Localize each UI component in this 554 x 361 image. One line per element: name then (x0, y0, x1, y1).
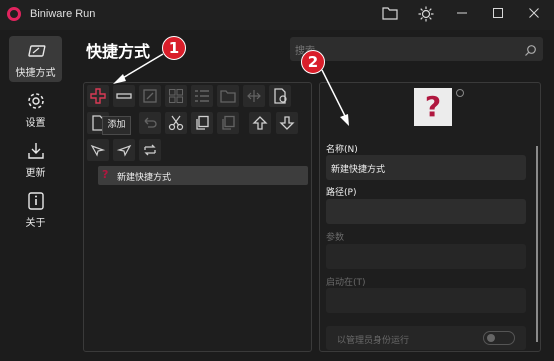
app-title: Biniware Run (30, 8, 96, 20)
undo-icon (144, 117, 157, 128)
gear-icon (26, 91, 46, 111)
move-right-button[interactable] (113, 139, 135, 161)
arrow-down-icon (279, 116, 295, 130)
sidebar-item-shortcuts[interactable]: 快捷方式 (9, 36, 62, 82)
search-input[interactable]: 搜索 (290, 37, 543, 61)
step-badge-2: 2 (301, 50, 325, 74)
cut-icon (168, 115, 184, 131)
args-label: 参数 (326, 233, 345, 243)
minimize-icon[interactable] (453, 6, 471, 24)
edit-button[interactable] (139, 85, 161, 107)
shortcut-icon (26, 41, 46, 61)
question-icon: ? (102, 168, 109, 181)
path-field[interactable] (326, 199, 526, 224)
list-item[interactable]: ? 新建快捷方式 (98, 166, 308, 185)
run-as-admin-row: 以管理员身份运行 (326, 326, 526, 350)
shortcut-preview-icon[interactable]: ? (414, 88, 452, 126)
theme-icon[interactable] (417, 6, 435, 24)
add-icon (90, 88, 106, 104)
run-as-admin-toggle[interactable] (483, 331, 515, 345)
name-label: 名称(N) (326, 145, 358, 155)
arrow-up-icon (252, 116, 268, 130)
sidebar-item-label: 更新 (25, 168, 46, 179)
paste-button[interactable] (269, 85, 291, 107)
page-title: 快捷方式 (86, 42, 151, 61)
cut-button[interactable] (165, 112, 187, 134)
args-field[interactable] (326, 244, 526, 269)
radio-indicator[interactable] (456, 89, 464, 97)
run-as-admin-label: 以管理员身份运行 (337, 336, 410, 346)
download-icon (26, 141, 46, 161)
folder-icon[interactable] (381, 6, 399, 24)
swap-button[interactable] (139, 139, 161, 161)
maximize-icon[interactable] (489, 6, 507, 24)
move-button[interactable] (243, 85, 265, 107)
start-in-label: 启动在(T) (326, 278, 366, 288)
sidebar-item-label: 设置 (25, 118, 46, 129)
add-button[interactable] (87, 85, 109, 107)
sidebar: 快捷方式 设置 更新 关于 (0, 30, 76, 361)
folder-open-icon (220, 90, 236, 103)
list-icon (195, 90, 209, 102)
name-field[interactable]: 新建快捷方式 (326, 155, 526, 180)
folder-open-button[interactable] (217, 85, 239, 107)
copy-button[interactable] (191, 112, 213, 134)
copy-alt-icon (222, 115, 235, 130)
edit-icon (143, 89, 157, 103)
sidebar-item-about[interactable]: 关于 (9, 186, 62, 232)
sidebar-item-label: 快捷方式 (15, 68, 56, 79)
copy-icon (196, 115, 209, 130)
title-bar: Biniware Run (0, 0, 554, 30)
toggle-knob (487, 334, 495, 342)
move-up-button[interactable] (249, 112, 271, 134)
start-in-field[interactable] (326, 288, 526, 313)
remove-icon (116, 93, 132, 99)
grid-icon (169, 89, 183, 103)
name-value: 新建快捷方式 (331, 165, 386, 175)
move-icon (247, 90, 261, 102)
search-icon (524, 42, 537, 56)
move-down-button[interactable] (276, 112, 298, 134)
copy-alt-button[interactable] (217, 112, 239, 134)
path-label: 路径(P) (326, 188, 357, 198)
sidebar-item-update[interactable]: 更新 (9, 136, 62, 182)
undo-button[interactable] (139, 112, 161, 134)
move-left-button[interactable] (87, 139, 109, 161)
app-logo-icon (7, 7, 21, 21)
info-icon (26, 191, 46, 211)
sidebar-item-label: 关于 (25, 218, 46, 229)
close-icon[interactable] (525, 6, 543, 24)
arrow-left-icon (90, 144, 106, 157)
arrow-right-icon (116, 144, 132, 157)
tooltip: 添加 (102, 116, 131, 135)
swap-icon (144, 144, 156, 156)
paste-icon (274, 88, 287, 104)
grid-button[interactable] (165, 85, 187, 107)
details-scrollbar[interactable] (536, 146, 538, 342)
step-badge-1: 1 (162, 36, 186, 60)
sidebar-item-settings[interactable]: 设置 (9, 86, 62, 132)
list-button[interactable] (191, 85, 213, 107)
remove-button[interactable] (113, 85, 135, 107)
list-item-label: 新建快捷方式 (117, 173, 172, 183)
